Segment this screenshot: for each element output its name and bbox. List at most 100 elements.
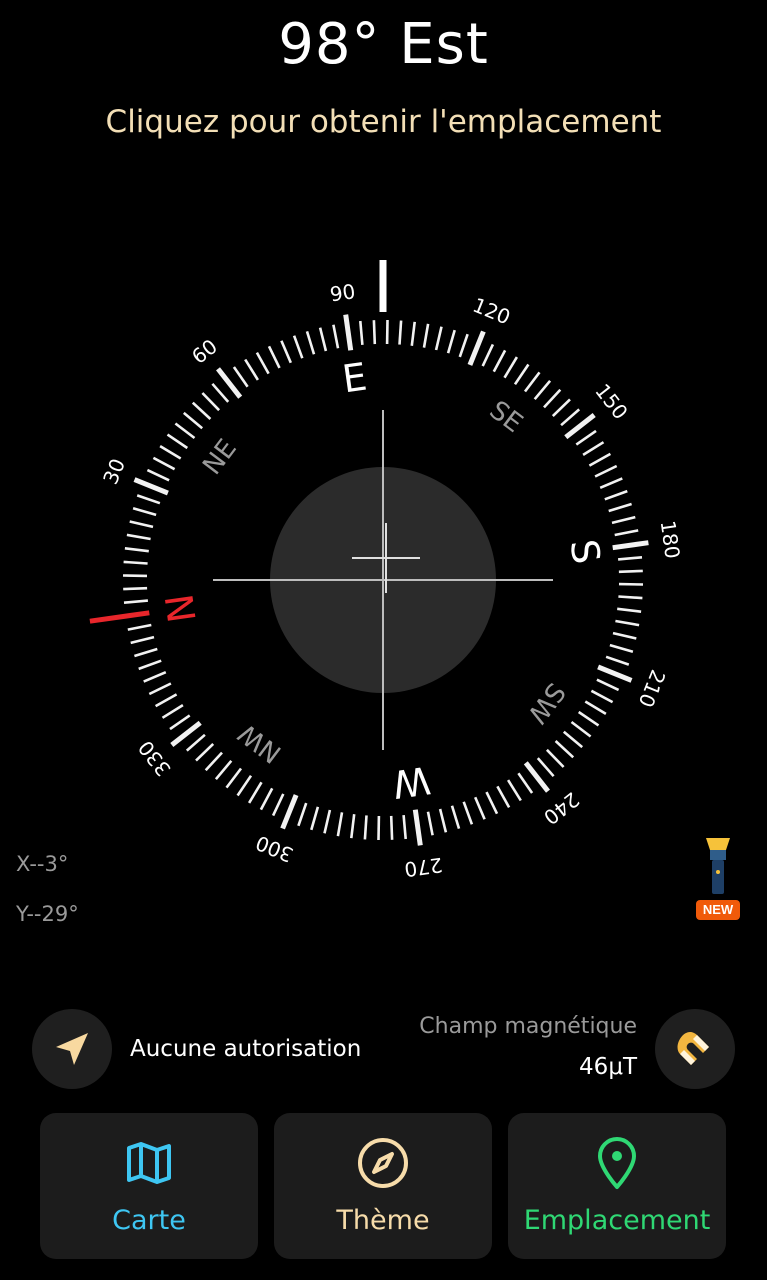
degree-tick: [146, 468, 170, 482]
intercardinal-ne: NE: [197, 434, 243, 481]
degree-tick: [143, 671, 167, 683]
degree-tick: [232, 366, 249, 388]
degree-tick: [618, 595, 643, 600]
degree-tick: [305, 331, 316, 355]
degree-tick: [575, 429, 597, 446]
degree-tick: [363, 815, 368, 840]
degree-tick: [214, 759, 233, 781]
cardinal-s: S: [562, 537, 609, 567]
degree-tick: [132, 507, 157, 517]
degree-tick: [446, 329, 456, 354]
degree-tick: [577, 710, 600, 727]
degree-tick: [255, 351, 270, 375]
degree-tick: [129, 520, 154, 529]
location-arrow-icon: [56, 1033, 88, 1065]
degree-tick: [280, 340, 292, 364]
degree-tick: [458, 333, 469, 358]
compass-icon: [358, 1138, 408, 1188]
degree-label: 270: [403, 853, 444, 882]
degree-tick: [130, 635, 155, 645]
degree-tick: [182, 411, 204, 430]
degree-label: 330: [133, 736, 175, 781]
location-pin-icon: [598, 1137, 636, 1189]
cardinal-n: N: [157, 591, 205, 625]
nav-location-label: Emplacement: [523, 1205, 711, 1236]
degree-tick: [236, 774, 253, 797]
degree-tick: [244, 358, 260, 381]
degree-tick: [590, 689, 614, 704]
degree-tick: [123, 599, 149, 604]
degree-tick: [560, 408, 581, 427]
degree-tick: [596, 678, 620, 692]
degree-label: 150: [590, 379, 632, 424]
degree-tick: [517, 772, 534, 794]
degree-tick: [225, 767, 243, 789]
degree-tick: [545, 748, 565, 768]
nav-theme-button[interactable]: Thème: [274, 1113, 492, 1259]
nav-location-button[interactable]: Emplacement: [508, 1113, 726, 1259]
degree-tick: [474, 796, 486, 820]
degree-tick: [267, 345, 281, 369]
degree-tick: [174, 422, 196, 440]
degree-tick: [191, 401, 212, 420]
degree-tick: [481, 343, 495, 367]
degree-tick: [615, 619, 640, 627]
degree-tick: [422, 323, 430, 348]
degree-tick: [434, 326, 443, 351]
get-location-prompt[interactable]: Cliquez pour obtenir l'emplacement: [0, 104, 767, 140]
degree-tick: [588, 452, 612, 467]
degree-tick: [485, 791, 499, 815]
degree-tick: [609, 643, 634, 653]
degree-tick: [605, 655, 630, 666]
degree-tick: [259, 787, 274, 811]
degree-tick: [159, 444, 182, 460]
degree-label: 60: [187, 334, 222, 369]
degree-tick: [154, 693, 178, 708]
degree-label: 120: [469, 293, 513, 330]
degree-tick: [438, 808, 448, 833]
degree-tick: [554, 740, 575, 759]
degree-tick: [280, 794, 299, 830]
degree-label: 210: [634, 666, 671, 710]
degree-tick: [570, 720, 592, 738]
location-permission-button[interactable]: [32, 1009, 112, 1089]
degree-tick: [123, 560, 148, 565]
degree-tick: [608, 502, 632, 513]
intercardinal-nw: NW: [233, 717, 287, 768]
degree-tick: [318, 327, 328, 352]
degree-tick: [543, 388, 562, 409]
degree-tick: [292, 335, 304, 359]
degree-tick: [166, 433, 189, 450]
degree-tick: [513, 363, 530, 386]
degree-tick: [584, 700, 607, 716]
degree-tick: [551, 398, 571, 418]
magnetic-field-label: Champ magnétique: [419, 1014, 637, 1039]
degree-tick: [136, 494, 161, 505]
degree-tick: [612, 631, 637, 640]
degree-tick: [133, 477, 169, 496]
nav-map-button[interactable]: Carte: [40, 1113, 258, 1259]
degree-label: 30: [98, 455, 130, 488]
degree-tick: [611, 515, 636, 525]
degree-tick: [323, 809, 332, 834]
degree-label: 180: [656, 519, 685, 560]
degree-tick: [450, 805, 461, 829]
degree-tick: [138, 659, 162, 671]
flashlight-button[interactable]: NEW: [694, 836, 742, 924]
degree-tick: [336, 812, 344, 837]
degree-label: 300: [252, 831, 296, 868]
compass-dial: 306090120150180210240270300330NESWNESESW…: [89, 260, 685, 882]
degree-tick: [134, 647, 158, 658]
nav-theme-label: Thème: [336, 1205, 430, 1236]
degree-tick: [604, 489, 628, 501]
degree-tick: [343, 314, 354, 351]
cardinal-e: E: [340, 355, 370, 402]
nav-map-label: Carte: [112, 1205, 186, 1236]
degree-tick: [372, 320, 377, 345]
magnetic-field-button[interactable]: [655, 1009, 735, 1089]
cardinal-w: W: [390, 758, 433, 807]
degree-tick: [124, 547, 149, 553]
degree-tick: [185, 733, 206, 752]
degree-tick: [169, 714, 191, 731]
degree-tick: [597, 664, 633, 683]
